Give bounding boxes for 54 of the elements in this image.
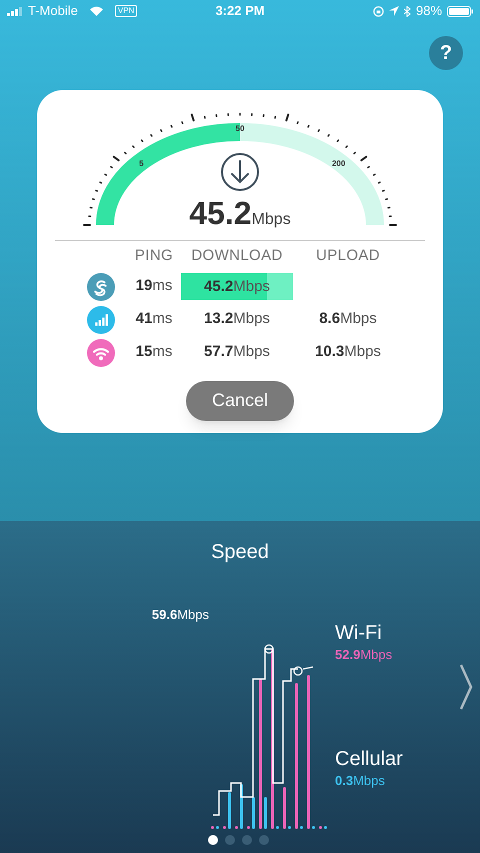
section-title: Speed xyxy=(211,540,269,565)
column-header: PING xyxy=(134,246,174,266)
chart-bar xyxy=(324,826,327,829)
wifi-icon xyxy=(90,6,103,16)
ping-value: 15ms xyxy=(136,342,172,362)
vpn-badge: VPN xyxy=(114,5,138,17)
legend-value: 52.9Mbps xyxy=(335,646,394,664)
gauge-label: 5 xyxy=(139,159,144,168)
help-button[interactable]: ? xyxy=(429,36,463,70)
chart-bar xyxy=(211,826,214,829)
rotation-lock-icon xyxy=(372,6,384,16)
download-value: 57.7Mbps xyxy=(204,342,270,362)
peak-label: 59.6Mbps xyxy=(152,606,209,624)
chart-bar xyxy=(276,826,279,829)
peak-marker xyxy=(264,644,274,654)
location-icon xyxy=(388,6,399,16)
speed-value: 45.2Mbps xyxy=(189,194,291,233)
chart-bar xyxy=(235,826,238,829)
chart-bar xyxy=(319,826,322,829)
current-marker xyxy=(293,666,303,676)
chart-bar xyxy=(300,826,303,829)
download-value: 45.2Mbps xyxy=(204,278,270,294)
ping-value: 41ms xyxy=(136,309,172,330)
clock-time: 3:22 PM xyxy=(215,2,265,20)
battery-icon xyxy=(447,6,474,16)
chart-bar xyxy=(288,826,291,829)
gauge-label: 200 xyxy=(332,159,346,168)
carrier-name: T-Mobile xyxy=(28,2,78,20)
chart-bar xyxy=(283,787,286,829)
signal-icon xyxy=(7,6,24,16)
chevron-right-icon[interactable] xyxy=(459,663,473,711)
upload-value: 8.6Mbps xyxy=(319,309,377,330)
legend-value: 0.3Mbps xyxy=(335,772,386,790)
chart-bar xyxy=(228,792,231,829)
cancel-button[interactable]: Cancel xyxy=(186,380,294,420)
battery-percent: 98% xyxy=(416,2,442,20)
download-icon xyxy=(221,153,259,191)
column-header: DOWNLOAD xyxy=(190,246,284,266)
leader-line xyxy=(302,666,314,670)
bluetooth-icon xyxy=(404,6,411,16)
download-value: 13.2Mbps xyxy=(204,309,270,330)
column-header: UPLOAD xyxy=(315,246,381,266)
gauge-label: 50 xyxy=(236,124,244,133)
chart-bar xyxy=(223,826,226,829)
ping-value: 19ms xyxy=(136,276,172,296)
chart-bar xyxy=(312,826,315,829)
chart-bar xyxy=(240,784,243,829)
chart-bar xyxy=(252,797,255,829)
upload-value: 10.3Mbps xyxy=(315,342,381,362)
legend-label: Wi-Fi xyxy=(335,621,383,645)
chart-bar xyxy=(264,797,267,829)
chart-bar xyxy=(216,826,219,829)
legend-label: Cellular xyxy=(335,746,403,770)
chart-bar xyxy=(247,826,250,829)
